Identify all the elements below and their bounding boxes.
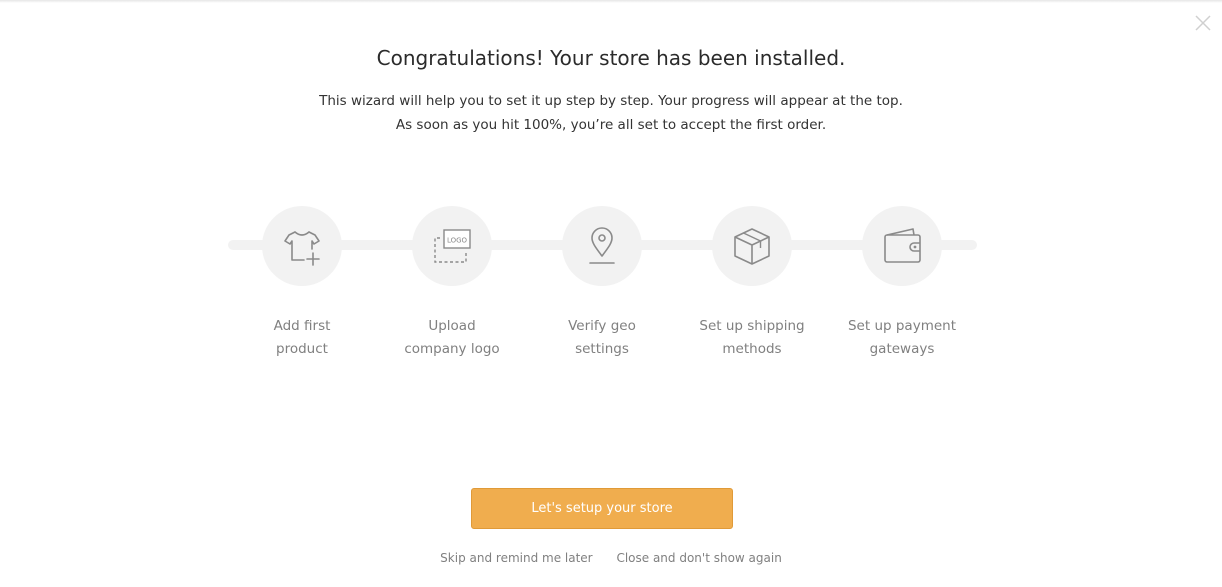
step-circle	[712, 206, 792, 286]
map-pin-icon	[589, 227, 615, 264]
step-label: Set up payment gateways	[847, 318, 956, 357]
step-upload-company-logo: LOGO Upload company logo	[377, 206, 527, 361]
skip-remind-later-link[interactable]: Skip and remind me later	[440, 551, 592, 565]
step-label: Upload company logo	[404, 318, 500, 357]
subtitle: This wizard will help you to set it up s…	[0, 89, 1222, 137]
logo-upload-icon: LOGO	[434, 229, 471, 263]
step-label: Add first product	[273, 318, 331, 357]
step-add-first-product: Add first product	[227, 206, 377, 361]
step-set-up-payment-gateways: Set up payment gateways	[827, 206, 977, 361]
step-label: Set up shipping methods	[699, 318, 805, 357]
subtitle-line-1: This wizard will help you to set it up s…	[319, 93, 903, 109]
top-shadow	[0, 0, 1222, 3]
step-circle	[262, 206, 342, 286]
step-circle: LOGO	[412, 206, 492, 286]
subtitle-line-2: As soon as you hit 100%, you’re all set …	[395, 117, 827, 133]
step-label: Verify geo settings	[568, 318, 636, 357]
wallet-icon	[884, 228, 921, 263]
step-verify-geo-settings: Verify geo settings	[527, 206, 677, 361]
close-icon[interactable]	[1194, 14, 1212, 32]
step-circle	[862, 206, 942, 286]
setup-store-button[interactable]: Let's setup your store	[471, 488, 733, 529]
footer-links: Skip and remind me later Close and don't…	[0, 550, 1222, 566]
tshirt-plus-icon	[284, 231, 320, 266]
logo-text: LOGO	[447, 237, 468, 245]
page-title: Congratulations! Your store has been ins…	[376, 46, 846, 70]
step-circle	[562, 206, 642, 286]
step-set-up-shipping-methods: Set up shipping methods	[677, 206, 827, 361]
box-icon	[734, 228, 770, 265]
close-dont-show-again-link[interactable]: Close and don't show again	[616, 551, 781, 565]
